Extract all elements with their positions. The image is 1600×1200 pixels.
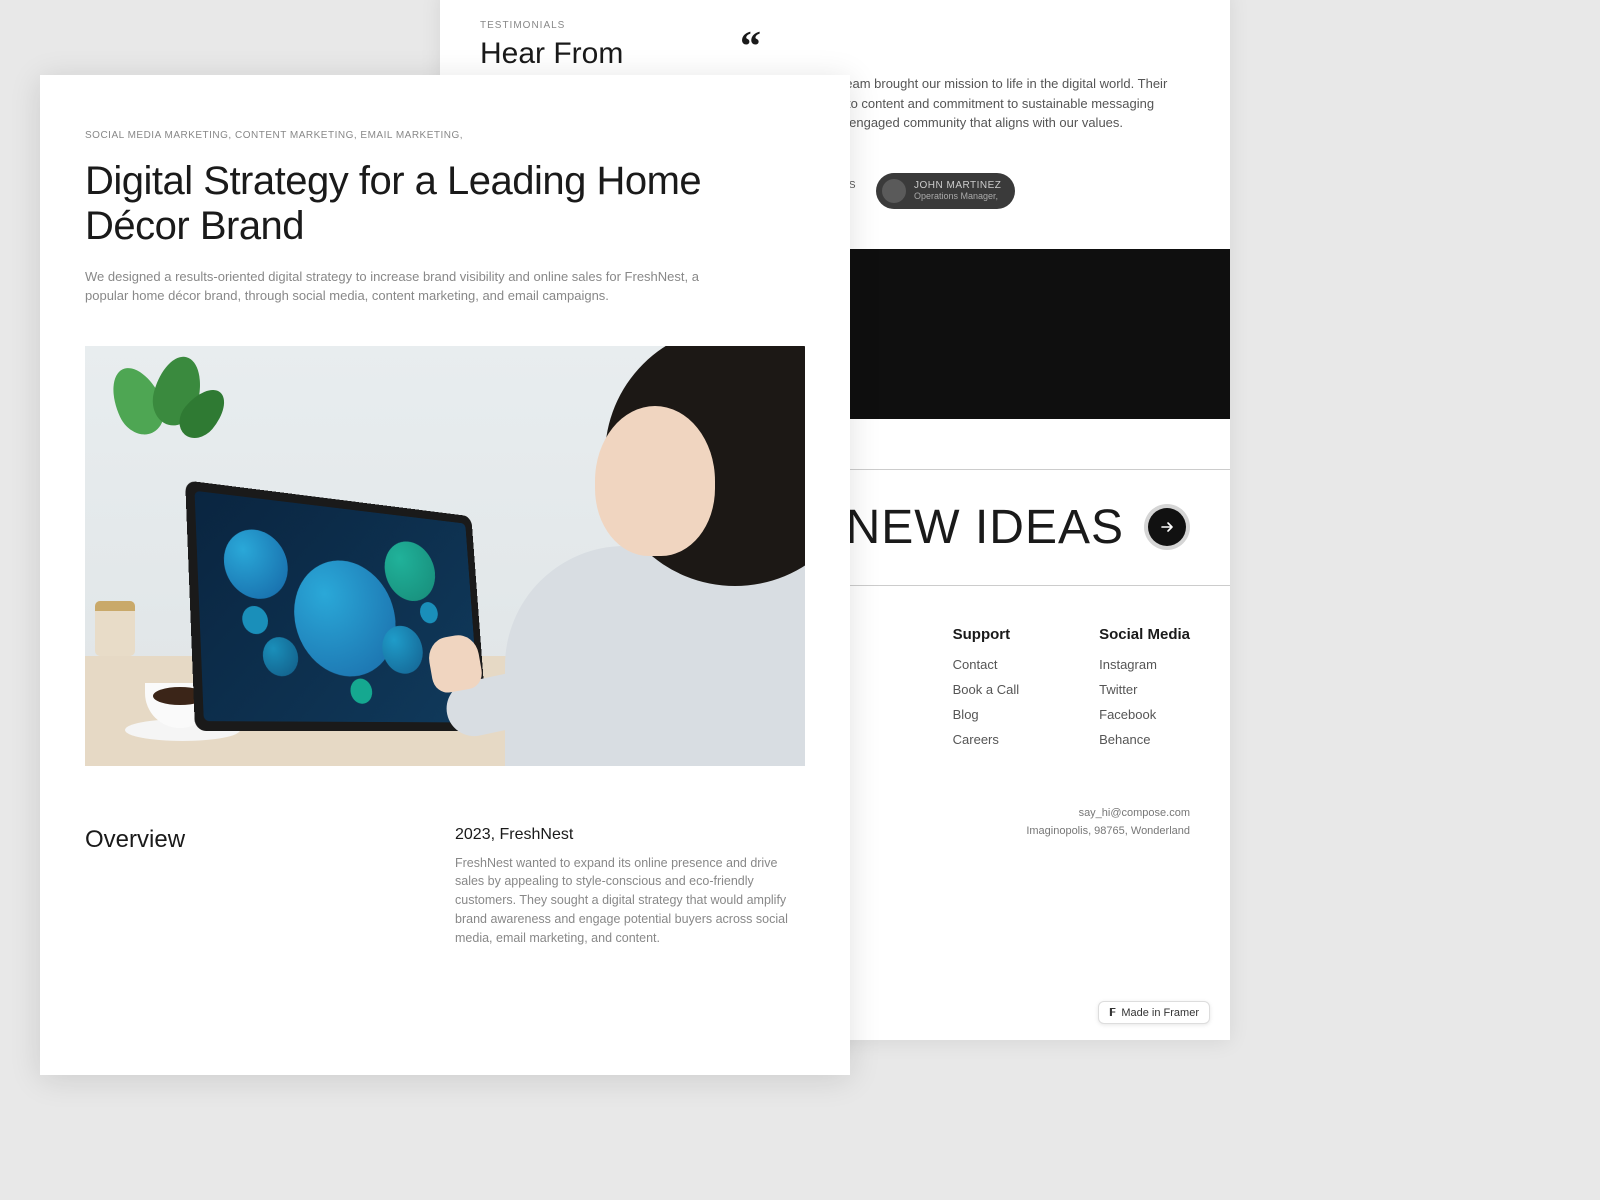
- new-ideas-title: NEW IDEAS: [846, 500, 1124, 555]
- badge-label: Made in Framer: [1121, 1007, 1199, 1019]
- footer-link-careers[interactable]: Careers: [953, 732, 1019, 747]
- footer-link-blog[interactable]: Blog: [953, 707, 1019, 722]
- category-tags: SOCIAL MEDIA MARKETING, CONTENT MARKETIN…: [85, 130, 805, 141]
- overview-text: FreshNest wanted to expand its online pr…: [455, 854, 805, 948]
- testimonial-author-active[interactable]: JOHN MARTINEZ Operations Manager,: [876, 173, 1015, 209]
- lead-paragraph: We designed a results-oriented digital s…: [85, 267, 705, 306]
- address: Imaginopolis, 98765, Wonderland: [1026, 825, 1190, 837]
- author-name: JOHN MARTINEZ: [914, 180, 1001, 191]
- footer-heading: Social Media: [1099, 626, 1190, 643]
- footer-link-instagram[interactable]: Instagram: [1099, 657, 1190, 672]
- footer-link-facebook[interactable]: Facebook: [1099, 707, 1190, 722]
- arrow-right-icon: [1148, 508, 1186, 546]
- footer-support-column: Support Contact Book a Call Blog Careers: [953, 626, 1019, 757]
- footer-link-book-a-call[interactable]: Book a Call: [953, 682, 1019, 697]
- testimonials-eyebrow: TESTIMONIALS: [480, 20, 1190, 31]
- overview-heading: Overview: [85, 826, 405, 948]
- footer-link-twitter[interactable]: Twitter: [1099, 682, 1190, 697]
- footer-link-behance[interactable]: Behance: [1099, 732, 1190, 747]
- contact-email[interactable]: say_hi@compose.com: [1079, 807, 1190, 819]
- framer-icon: 𝗙: [1109, 1006, 1117, 1019]
- case-study-page: SOCIAL MEDIA MARKETING, CONTENT MARKETIN…: [40, 75, 850, 1075]
- made-in-framer-badge[interactable]: 𝗙 Made in Framer: [1098, 1001, 1210, 1024]
- footer-link-contact[interactable]: Contact: [953, 657, 1019, 672]
- hero-image: [85, 346, 805, 766]
- overview-subheading: 2023, FreshNest: [455, 826, 805, 844]
- arrow-button[interactable]: [1144, 504, 1190, 550]
- avatar: [882, 179, 906, 203]
- plant-decoration: [105, 356, 225, 476]
- footer-heading: Support: [953, 626, 1019, 643]
- person-illustration: [425, 346, 805, 766]
- quote-mark-icon: “: [740, 37, 1190, 58]
- overview-section: Overview 2023, FreshNest FreshNest wante…: [85, 826, 805, 948]
- page-title: Digital Strategy for a Leading Home Déco…: [85, 159, 805, 249]
- author-role: Operations Manager,: [914, 191, 1001, 201]
- footer-social-column: Social Media Instagram Twitter Facebook …: [1099, 626, 1190, 757]
